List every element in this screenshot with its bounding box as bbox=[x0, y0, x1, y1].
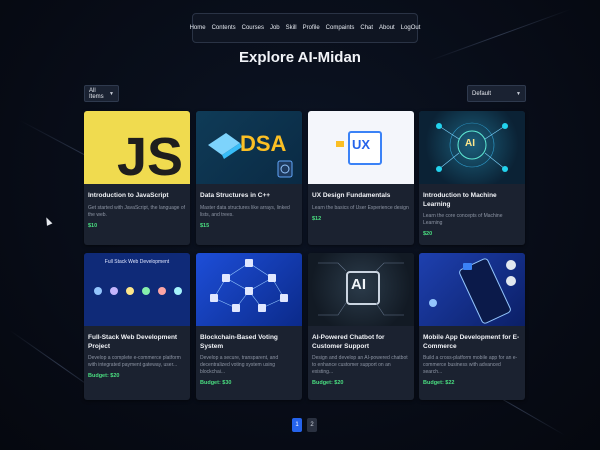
project-thumbnail bbox=[419, 253, 525, 326]
nav-complaints[interactable]: Compaints bbox=[323, 25, 358, 31]
card-price: $15 bbox=[200, 222, 210, 229]
course-card[interactable]: UX UX Design Fundamentals Learn the basi… bbox=[308, 111, 414, 245]
course-thumbnail: UX bbox=[308, 111, 414, 184]
card-description: Build a cross-platform mobile app for an… bbox=[423, 355, 518, 375]
sort-select[interactable]: Default ▼ bbox=[467, 85, 526, 102]
tech-icons-row bbox=[94, 287, 182, 295]
category-filter-value: All Items bbox=[89, 87, 104, 100]
project-thumbnail: AI bbox=[308, 253, 414, 326]
chevron-down-icon: ▼ bbox=[516, 90, 521, 97]
project-card[interactable]: Blockchain-Based Voting System Develop a… bbox=[196, 253, 302, 400]
course-card[interactable]: JS Introduction to JavaScript Get starte… bbox=[84, 111, 190, 245]
chevron-down-icon: ▼ bbox=[109, 90, 114, 97]
card-budget: Budget: $30 bbox=[200, 380, 232, 386]
top-navigation: Home Contents Courses Job Skill Profile … bbox=[190, 13, 420, 43]
nav-profile[interactable]: Profile bbox=[300, 25, 323, 31]
card-budget: Budget: $22 bbox=[423, 380, 455, 386]
card-description: Learn the core concepts of Machine Learn… bbox=[423, 213, 503, 226]
card-title: Introduction to JavaScript bbox=[88, 192, 169, 199]
mouse-cursor-icon bbox=[43, 216, 53, 226]
card-description: Learn the basics of User Experience desi… bbox=[312, 204, 409, 211]
card-description: Develop a complete e-commerce platform w… bbox=[88, 355, 181, 368]
card-description: Get started with JavaScript, the languag… bbox=[88, 204, 185, 218]
card-description: Design and develop an AI-powered chatbot… bbox=[312, 355, 408, 375]
project-thumbnail: Full Stack Web Development bbox=[84, 253, 190, 326]
card-title: Blockchain-Based Voting System bbox=[200, 334, 278, 350]
card-title: Data Structures in C++ bbox=[200, 192, 271, 199]
ux-sticky-note bbox=[336, 141, 344, 147]
nav-logout[interactable]: LogOut bbox=[398, 25, 424, 31]
nav-job[interactable]: Job bbox=[267, 25, 283, 31]
card-description: Develop a secure, transparent, and decen… bbox=[200, 355, 279, 375]
page-title: Explore AI-Midan bbox=[239, 49, 361, 66]
card-title: AI-Powered Chatbot for Customer Support bbox=[312, 334, 385, 350]
circuit-lines bbox=[318, 262, 404, 316]
sort-value: Default bbox=[472, 90, 492, 97]
page-button-1[interactable]: 1 bbox=[292, 418, 302, 432]
ux-logo: UX bbox=[352, 137, 371, 152]
project-card[interactable]: AI AI-Powered Chatbot for Customer Suppo… bbox=[308, 253, 414, 400]
pagination: 1 2 bbox=[292, 418, 317, 432]
nav-about[interactable]: About bbox=[376, 25, 398, 31]
dsa-logo: DSA bbox=[240, 131, 287, 156]
app-icons bbox=[429, 260, 516, 307]
course-card[interactable]: AI Introduction to Machine Learning Lear… bbox=[419, 111, 525, 245]
course-card[interactable]: DSA Data Structures in C++ Master data s… bbox=[196, 111, 302, 245]
card-title: Full-Stack Web Development Project bbox=[88, 334, 178, 350]
course-thumbnail: DSA bbox=[196, 111, 302, 184]
nav-home[interactable]: Home bbox=[187, 25, 209, 31]
blockchain-network-illustration bbox=[210, 259, 288, 312]
card-title: Introduction to Machine Learning bbox=[423, 192, 497, 208]
card-title: Mobile App Development for E-Commerce bbox=[423, 334, 520, 350]
project-thumbnail bbox=[196, 253, 302, 326]
category-filter-select[interactable]: All Items ▼ bbox=[84, 85, 119, 102]
nav-contents[interactable]: Contents bbox=[209, 25, 239, 31]
ai-logo: AI bbox=[465, 138, 475, 149]
project-card[interactable]: Mobile App Development for E-Commerce Bu… bbox=[419, 253, 525, 400]
card-title: UX Design Fundamentals bbox=[312, 192, 391, 199]
card-budget: Budget: $20 bbox=[312, 380, 344, 386]
card-price: $20 bbox=[423, 231, 433, 237]
card-price: $10 bbox=[88, 222, 98, 229]
nav-chat[interactable]: Chat bbox=[357, 25, 376, 31]
nav-skill[interactable]: Skill bbox=[283, 25, 300, 31]
project-card[interactable]: Full Stack Web Development Full-Stack We… bbox=[84, 253, 190, 400]
card-budget: Budget: $20 bbox=[88, 373, 120, 379]
js-logo: JS bbox=[116, 127, 183, 184]
course-thumbnail: JS bbox=[84, 111, 190, 184]
card-description: Master data structures like arrays, link… bbox=[200, 204, 290, 218]
card-price: $12 bbox=[312, 215, 322, 222]
page-button-2[interactable]: 2 bbox=[307, 418, 317, 432]
nav-courses[interactable]: Courses bbox=[239, 25, 267, 31]
course-thumbnail: AI bbox=[419, 111, 525, 184]
